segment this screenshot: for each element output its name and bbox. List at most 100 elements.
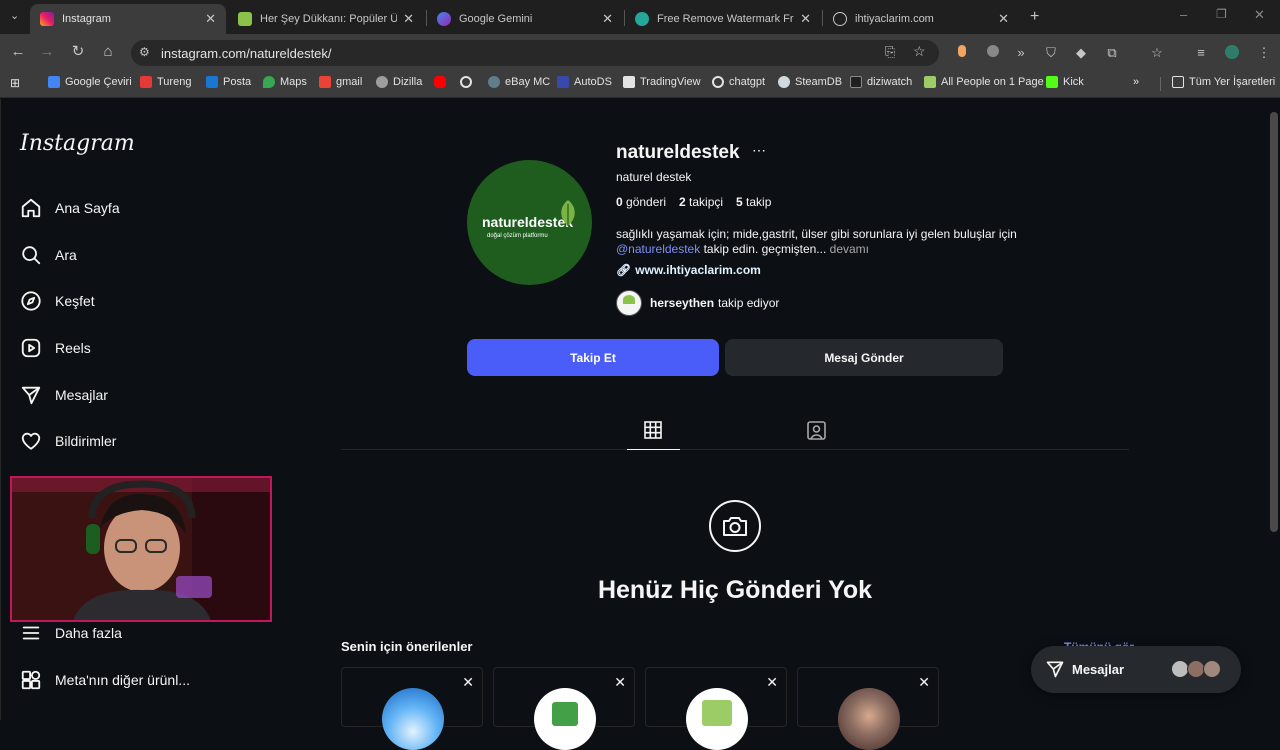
puzzle-extensions-icon[interactable]: ⧉ [1104,45,1120,61]
apps-grid-icon[interactable]: ⊞ [10,76,20,90]
reload-icon[interactable]: ↻ [68,42,88,62]
tab-google-gemini[interactable]: Google Gemini ✕ [427,4,623,34]
page-scrollbar[interactable] [1270,112,1278,532]
bookmark-label: Kick [1063,76,1084,88]
profile-avatar[interactable]: natureldestek doğal çözüm platformu [467,160,592,285]
follower-username: herseythen [650,296,715,310]
suggestion-card[interactable]: ✕ [493,667,635,750]
minimize-window-icon[interactable]: – [1180,7,1187,22]
suggestion-avatar[interactable] [382,688,444,750]
bookmark-google-ceviri[interactable]: Google Çeviri [48,76,132,88]
sidebar-item-home[interactable]: Ana Sayfa [20,197,120,219]
tradingview-icon [623,76,635,88]
restore-window-icon[interactable]: ❐ [1216,7,1227,21]
home-button-icon[interactable]: ⌂ [98,42,118,62]
followers-count: 2 [679,195,686,209]
gmail-icon [319,76,331,88]
send-message-button[interactable]: Mesaj Gönder [725,339,1003,376]
bookmark-autods[interactable]: AutoDS [557,76,612,88]
followers-label: takipçi [689,195,724,209]
close-tab-icon[interactable]: ✕ [800,11,811,27]
suggestion-card[interactable]: ✕ [797,667,939,750]
bio-more-link[interactable]: devamı [830,242,869,256]
bio-mention-link[interactable]: @natureldestek [616,242,700,256]
tab-remove-watermark[interactable]: Free Remove Watermark From ✕ [625,4,821,34]
profile-avatar-icon[interactable] [1224,45,1240,61]
bookmark-tureng[interactable]: Tureng [140,76,191,88]
extension-icon[interactable] [954,45,970,61]
extension-icon[interactable]: ◆ [1073,45,1089,61]
bookmark-openai[interactable] [460,76,477,88]
bookmark-maps[interactable]: Maps [263,76,307,88]
sidebar-item-search[interactable]: Ara [20,244,77,266]
bookmark-gmail[interactable]: gmail [319,76,362,88]
forward-arrow-icon[interactable]: → [37,42,57,62]
suggestion-card[interactable]: ✕ [341,667,483,750]
openai-icon [460,76,472,88]
bookmark-kick[interactable]: Kick [1046,76,1084,88]
suggestion-avatar[interactable] [686,688,748,750]
bookmark-steamdb[interactable]: SteamDB [778,76,842,88]
following-count-stat[interactable]: 5 takip [736,195,771,209]
bookmark-all-people[interactable]: All People on 1 Page [924,76,1044,88]
bookmark-youtube[interactable] [434,76,451,88]
extension-icon[interactable]: » [1013,45,1029,61]
profile-website-link[interactable]: 🔗︎ www.ihtiyaclarim.com [616,263,761,277]
bookmarks-star-icon[interactable]: ☆ [1149,45,1165,61]
dismiss-suggestion-icon[interactable]: ✕ [614,674,626,691]
posts-count-stat[interactable]: 0 gönderi [616,195,666,209]
followers-count-stat[interactable]: 2 takipçi [679,195,723,209]
follow-button[interactable]: Takip Et [467,339,719,376]
sidebar-item-messages[interactable]: Mesajlar [20,384,108,406]
folder-icon [1172,76,1184,88]
close-tab-icon[interactable]: ✕ [205,11,216,27]
sidebar-item-meta-products[interactable]: Meta'nın diğer ürünl... [20,669,190,691]
all-bookmarks-folder[interactable]: Tüm Yer İşaretleri [1172,76,1275,88]
bookmark-chatgpt[interactable]: chatgpt [712,76,765,88]
empty-state-title: Henüz Hiç Gönderi Yok [597,576,873,604]
tab-her-sey-dukkani[interactable]: Her Şey Dükkanı: Popüler Ürünl ✕ [228,4,424,34]
bookmark-dizilla[interactable]: Dizilla [376,76,422,88]
address-bar[interactable]: ⚙ instagram.com/natureldestek/ ⎘ ☆ [131,40,939,66]
suggestion-avatar[interactable] [838,688,900,750]
tab-posts-grid[interactable] [627,419,680,450]
dismiss-suggestion-icon[interactable]: ✕ [918,674,930,691]
chatgpt-icon [712,76,724,88]
sidebar-item-notifications[interactable]: Bildirimler [20,430,116,452]
browser-menu-icon[interactable]: ⋮ [1256,45,1272,61]
close-tab-icon[interactable]: ✕ [602,11,613,27]
close-tab-icon[interactable]: ✕ [403,11,414,27]
tab-list-chevron-icon[interactable]: ⌄ [10,9,24,23]
sidebar-item-more[interactable]: Daha fazla [20,622,122,644]
close-tab-icon[interactable]: ✕ [998,11,1009,27]
bookmark-star-icon[interactable]: ☆ [913,43,926,60]
instagram-logo[interactable]: Instagram [20,131,135,156]
back-arrow-icon[interactable]: ← [8,42,28,62]
sidebar-item-reels[interactable]: Reels [20,337,91,359]
shield-extension-icon[interactable]: ⛉ [1043,45,1059,61]
dismiss-suggestion-icon[interactable]: ✕ [462,674,474,691]
bookmark-diziwatch[interactable]: diziwatch [850,76,912,88]
site-info-icon[interactable]: ⚙ [139,45,150,59]
close-window-icon[interactable]: ✕ [1254,7,1265,23]
camera-circle-icon [709,500,761,552]
sidebar-item-explore[interactable]: Keşfet [20,290,95,312]
suggestion-card[interactable]: ✕ [645,667,787,750]
bookmark-posta[interactable]: Posta [206,76,251,88]
tab-instagram[interactable]: Instagram ✕ [30,4,226,34]
more-bookmarks-chevron-icon[interactable]: » [1133,76,1139,88]
more-options-icon[interactable]: ⋯ [752,142,766,159]
install-app-icon[interactable]: ⎘ [885,44,895,60]
bookmark-tradingview[interactable]: TradingView [623,76,701,88]
url-text[interactable]: instagram.com/natureldestek/ [161,46,332,61]
dismiss-suggestion-icon[interactable]: ✕ [766,674,778,691]
suggestion-avatar[interactable] [534,688,596,750]
media-controls-icon[interactable]: ≡ [1193,45,1209,61]
tab-tagged[interactable] [807,421,827,441]
followed-by-row[interactable]: herseythen takip ediyor [616,290,779,316]
messages-floating-bar[interactable]: Mesajlar [1031,646,1241,693]
new-tab-plus-icon[interactable]: + [1030,8,1039,26]
bookmark-ebay-mc[interactable]: eBay MC [488,76,550,88]
tab-ihtiyaclarim[interactable]: ihtiyaclarim.com ✕ [823,4,1019,34]
extension-icon[interactable] [985,45,1001,61]
